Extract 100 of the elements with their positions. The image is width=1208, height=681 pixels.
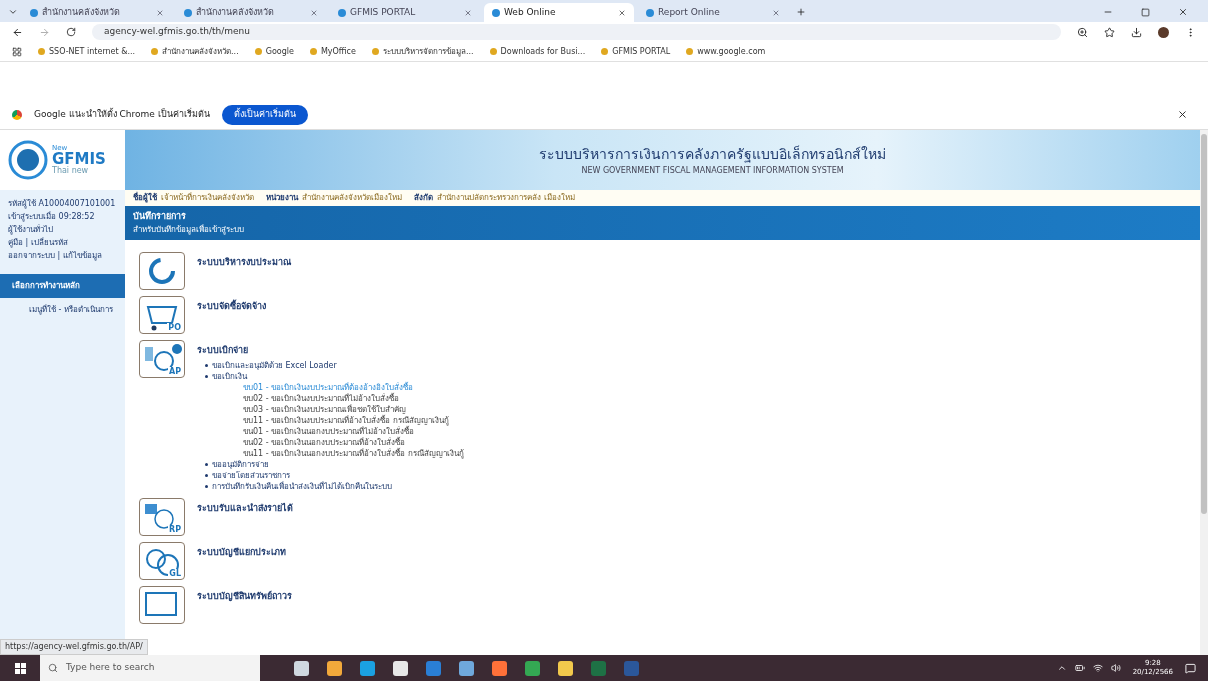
taskbar-app-icon[interactable]: [327, 660, 342, 676]
submenu-link[interactable]: การบันทึกรับเงินคืนเพื่อนำส่งเงินที่ไม่ได้เบิกคืนในระบบ: [212, 480, 392, 492]
bullet-icon: [205, 374, 208, 378]
browser-tab[interactable]: Web Online: [484, 3, 634, 22]
taskbar-app-icon[interactable]: [393, 660, 408, 676]
module-link[interactable]: ระบบบัญชีสินทรัพย์ถาวร: [197, 589, 292, 603]
banner-title: ระบบบริหารการเงินการคลังภาครัฐแบบอิเล็กทรอนิกส์ใหม่: [539, 144, 886, 165]
menu-item-link[interactable]: ขบ01 - ขอเบิกเงินงบประมาณที่ต้องอ้างอิงใบสั่งซื้อ: [243, 381, 464, 393]
module-icon[interactable]: PO: [139, 296, 185, 334]
bookmark[interactable]: Downloads for Busi...: [489, 45, 586, 58]
menu-item-link[interactable]: ขน02 - ขอเบิกเงินนอกงบประมาณที่อ้างใบสั่งซื้อ: [243, 436, 464, 448]
close-icon[interactable]: [1177, 109, 1188, 120]
bookmark[interactable]: ระบบบริหารจัดการข้อมูล...: [371, 45, 474, 58]
profile-avatar[interactable]: [1158, 26, 1169, 38]
battery-icon[interactable]: [1074, 663, 1085, 673]
info-label: สังกัด: [414, 192, 433, 204]
status-url: https://agency-wel.gfmis.go.th/AP/: [0, 639, 148, 655]
taskbar-app-icon[interactable]: [360, 660, 375, 676]
maximize-icon[interactable]: [1141, 8, 1150, 17]
infobar-message: Google แนะนำให้ตั้ง Chrome เป็นค่าเริ่มต้น: [34, 107, 210, 121]
taskbar-search-field[interactable]: Type here to search: [40, 655, 260, 681]
apps-icon[interactable]: [12, 46, 22, 57]
taskbar-app-icon[interactable]: [459, 660, 474, 676]
back-icon[interactable]: [12, 26, 23, 38]
user-info-text: ผู้ใช้งานทั่วไป: [8, 224, 54, 236]
bookmark[interactable]: Google: [254, 45, 294, 58]
bullet-icon: [205, 462, 208, 466]
reload-icon[interactable]: [66, 27, 76, 37]
globe-icon: [30, 8, 38, 17]
module-link[interactable]: ระบบจัดซื้อจัดจ้าง: [197, 300, 266, 314]
download-icon[interactable]: [1131, 26, 1142, 38]
module-link[interactable]: ระบบเบิกจ่าย: [197, 344, 464, 358]
notification-icon[interactable]: [1185, 662, 1196, 674]
section-title: บันทึกรายการ: [133, 210, 187, 224]
volume-icon[interactable]: [1110, 663, 1121, 673]
search-icon: [48, 663, 58, 673]
bullet-icon: [205, 484, 208, 488]
submenu-link[interactable]: ขออนุมัติการจ่าย: [212, 458, 269, 470]
globe-icon: [184, 8, 192, 17]
taskbar-app-icon[interactable]: [558, 660, 573, 676]
banner-subtitle: NEW GOVERNMENT FISCAL MANAGEMENT INFORMATION SYSTEM: [581, 164, 844, 177]
module-icon[interactable]: [139, 585, 185, 624]
menu-item-link[interactable]: ขบ03 - ขอเบิกเงินงบประมาณเพื่อชดใช้ใบสำคัญ: [243, 403, 464, 415]
bookmark[interactable]: www.google.com: [686, 45, 766, 58]
module-icon[interactable]: RP: [139, 497, 185, 536]
info-value: เจ้าหน้าที่การเงินคลังจังหวัด: [161, 192, 254, 204]
taskbar-app-icon[interactable]: [294, 660, 309, 676]
tray-chevron-icon[interactable]: [1056, 663, 1067, 673]
globe-icon: [338, 8, 346, 17]
search-placeholder: Type here to search: [66, 661, 155, 675]
menu-item-link[interactable]: ขน01 - ขอเบิกเงินนอกงบประมาณที่ไม่อ้างใบสั่งซื้อ: [243, 425, 464, 437]
scrollbar[interactable]: [1200, 130, 1208, 655]
user-info-text: คู่มือ | เปลี่ยนรหัส: [8, 237, 69, 249]
wifi-icon[interactable]: [1092, 663, 1103, 673]
icon-label: GL: [168, 568, 182, 578]
menu-item-link[interactable]: ขบ11 - ขอเบิกเงินงบประมาณที่อ้างใบสั่งซื้อ กรณีสัญญาเงินกู้: [243, 414, 464, 426]
section-subtitle: สำหรับบันทึกข้อมูลเพื่อเข้าสู่ระบบ: [133, 223, 245, 236]
bookmark[interactable]: MyOffice: [309, 45, 356, 58]
new-tab-icon[interactable]: [796, 7, 806, 17]
bullet-icon: [205, 473, 208, 477]
taskbar-app-icon[interactable]: [525, 660, 540, 676]
module-link[interactable]: ระบบบัญชีแยกประเภท: [197, 545, 286, 559]
bookmark[interactable]: สำนักงานคลังจังหวัด...: [151, 45, 239, 58]
info-label: ชื่อผู้ใช้: [133, 192, 157, 204]
module-link[interactable]: ระบบรับและนำส่งรายได้: [197, 501, 293, 515]
bookmark[interactable]: SSO-NET internet &...: [38, 45, 136, 58]
user-info-text: เข้าสู่ระบบเมื่อ 09:28:52: [8, 211, 96, 223]
sidebar-item[interactable]: เลือกการทำงานหลัก: [0, 274, 125, 298]
address-field[interactable]: agency-wel.gfmis.go.th/th/menu: [92, 24, 1061, 40]
user-info-text: ออกจากระบบ | แก้ไขข้อมูล: [8, 250, 103, 262]
menu-item-link[interactable]: ขน11 - ขอเบิกเงินนอกงบประมาณที่อ้างใบสั่งซื้อ กรณีสัญญาเงินกู้: [243, 447, 464, 459]
module-icon[interactable]: GL: [139, 541, 185, 580]
chrome-logo-icon: [12, 109, 22, 120]
module-icon[interactable]: AP: [139, 340, 185, 378]
tab-search-icon[interactable]: [8, 7, 18, 17]
logo-wordmark: GFMIS: [52, 152, 106, 167]
browser-tab[interactable]: Report Online: [638, 3, 788, 22]
submenu-link[interactable]: ขอจ่ายโดยส่วนราชการ: [212, 469, 290, 481]
set-default-button[interactable]: ตั้งเป็นค่าเริ่มต้น: [221, 104, 308, 125]
zoom-icon[interactable]: [1077, 26, 1088, 38]
globe-icon: [492, 8, 500, 17]
info-value: สำนักงานคลังจังหวัดเมืองใหม่: [302, 192, 402, 204]
sidebar-item[interactable]: เมนูที่ใช้ - หรือดำเนินการ: [0, 298, 125, 322]
browser-tab[interactable]: สำนักงานคลังจังหวัด: [22, 3, 172, 22]
browser-tab[interactable]: สำนักงานคลังจังหวัด: [176, 3, 326, 22]
logo-emblem-icon: [8, 140, 48, 180]
taskbar-app-icon[interactable]: [492, 660, 507, 676]
submenu-link[interactable]: ขอเบิกเงิน: [212, 370, 247, 382]
star-icon[interactable]: [1104, 26, 1115, 38]
bookmark[interactable]: GFMIS PORTAL: [601, 45, 671, 58]
globe-icon: [646, 8, 654, 17]
close-window-icon[interactable]: [1178, 7, 1188, 17]
module-link[interactable]: ระบบบริหารงบประมาณ: [197, 256, 291, 270]
logo-tagline: Thai new: [52, 167, 90, 175]
module-icon[interactable]: [139, 252, 185, 290]
browser-tab[interactable]: GFMIS PORTAL: [330, 3, 480, 22]
submenu-link[interactable]: ขอเบิกและอนุมัติด้วย Excel Loader: [212, 359, 337, 371]
user-info-text: รหัสผู้ใช้ A10004007101001: [8, 198, 117, 210]
icon-label: AP: [167, 367, 182, 376]
menu-item-link[interactable]: ขบ02 - ขอเบิกเงินงบประมาณที่ไม่อ้างใบสั่งซื้อ: [243, 392, 464, 404]
